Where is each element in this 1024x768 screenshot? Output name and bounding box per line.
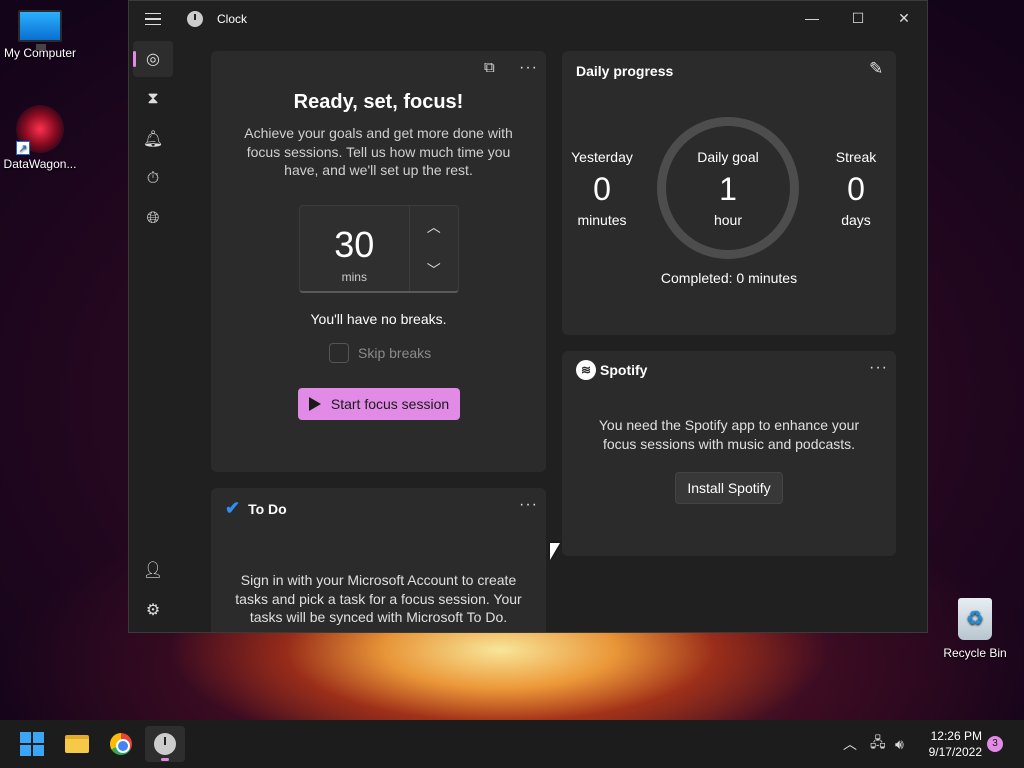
todo-header: ✔ To Do <box>225 498 287 519</box>
desktop-icon-label: DataWagon... <box>3 157 77 171</box>
spotify-icon: ≋ <box>576 360 596 380</box>
yesterday-value: 0 <box>593 171 611 207</box>
yesterday-unit: minutes <box>577 212 627 228</box>
clock-window: Clock — ☐ ✕ ◎ ⧗ 🔔︎ ⏱︎ 🌐︎ 👤︎ ⚙︎ ⧉ ··· Rea… <box>128 0 928 633</box>
completed-text: Completed: 0 minutes <box>660 270 798 286</box>
edit-pencil-icon[interactable]: ✎ <box>869 59 884 79</box>
minutes-unit: mins <box>341 270 367 284</box>
streak-unit: days <box>841 212 871 228</box>
clock-icon <box>154 733 176 755</box>
spotify-message: You need the Spotify app to enhance your… <box>598 417 860 452</box>
volume-icon[interactable]: 🔊︎ <box>895 720 904 768</box>
clock-app-icon <box>187 11 203 27</box>
yesterday-label: Yesterday <box>571 149 633 165</box>
tray-time: 12:26 PM <box>930 729 982 743</box>
more-options-icon[interactable]: ··· <box>519 59 538 77</box>
computer-icon <box>18 10 62 50</box>
stopwatch-icon: ⏱︎ <box>146 170 160 187</box>
nav-item-settings[interactable]: ⚙︎ <box>133 592 173 628</box>
nav-item-stopwatch[interactable]: ⏱︎ <box>133 161 173 197</box>
nav-item-account[interactable]: 👤︎ <box>133 552 173 588</box>
clock-tray[interactable]: 12:26 PM 9/17/2022 <box>920 728 982 760</box>
taskbar-file-explorer[interactable] <box>57 726 97 762</box>
mouse-cursor-icon <box>550 543 560 560</box>
desktop-icon-label: Recycle Bin <box>943 646 1007 660</box>
taskbar: ︿ 🖧︎ 🔊︎ 12:26 PM 9/17/2022 <box>0 720 1024 768</box>
show-hidden-icons[interactable]: ︿ <box>843 720 857 768</box>
todo-title: To Do <box>248 500 287 517</box>
chevron-up-icon: ︿ <box>426 219 441 236</box>
minutes-value[interactable]: 30 <box>300 224 409 266</box>
desktop-icon-datawagon[interactable]: ↗ DataWagon... <box>0 105 80 171</box>
daily-goal-value: 1 <box>719 171 737 207</box>
nav-item-alarm[interactable]: 🔔︎ <box>133 121 173 157</box>
nav-rail: ◎ ⧗ 🔔︎ ⏱︎ 🌐︎ 👤︎ ⚙︎ <box>129 37 177 632</box>
person-icon: 👤︎ <box>142 562 164 579</box>
todo-check-icon: ✔ <box>225 498 241 518</box>
streak-label: Streak <box>835 149 877 165</box>
chevron-up-icon: ︿ <box>843 736 857 752</box>
nav-item-world-clock[interactable]: 🌐︎ <box>133 201 173 237</box>
yesterday-stat: Yesterday 0 minutes <box>570 149 634 228</box>
title-bar: Clock — ☐ ✕ <box>129 1 927 37</box>
shortcut-arrow-icon: ↗ <box>16 141 30 155</box>
datawagon-icon: ↗ <box>16 105 64 155</box>
notification-badge[interactable]: 3 <box>987 736 1003 752</box>
daily-goal-stat[interactable]: Daily goal 1 hour <box>678 149 778 228</box>
desktop-icon-recycle-bin[interactable]: ♻ Recycle Bin <box>935 598 1015 660</box>
focus-title: Ready, set, focus! <box>293 91 464 113</box>
focus-description: Achieve your goals and get more done wit… <box>244 125 513 178</box>
globe-icon: 🌐︎ <box>146 210 160 227</box>
breaks-text: You'll have no breaks. <box>310 311 447 327</box>
nav-item-focus-sessions[interactable]: ◎ <box>133 41 173 77</box>
more-options-icon[interactable]: ··· <box>869 359 888 377</box>
daily-progress-card: Daily progress ✎ Yesterday 0 minutes Dai… <box>562 51 896 335</box>
increase-minutes-button[interactable]: ︿ <box>410 206 458 249</box>
nav-item-timer[interactable]: ⧗ <box>133 81 173 117</box>
bell-icon: 🔔︎ <box>142 131 164 148</box>
windows-logo-icon <box>20 732 44 756</box>
spotify-card: ≋ Spotify ··· You need the Spotify app t… <box>562 351 896 556</box>
tray-date: 9/17/2022 <box>928 745 982 759</box>
hamburger-menu-icon[interactable] <box>145 12 165 26</box>
todo-card: ✔ To Do ··· Sign in with your Microsoft … <box>211 488 546 632</box>
recycle-bin-icon: ♻ <box>958 598 992 640</box>
chrome-icon <box>110 733 132 755</box>
install-spotify-button[interactable]: Install Spotify <box>675 472 783 504</box>
streak-stat: Streak 0 days <box>828 149 884 228</box>
close-button[interactable]: ✕ <box>881 1 927 35</box>
daily-goal-label: Daily goal <box>697 149 759 165</box>
play-icon <box>308 397 321 411</box>
desktop-icon-my-computer[interactable]: My Computer <box>0 10 80 60</box>
daily-goal-unit: hour <box>713 212 743 228</box>
decrease-minutes-button[interactable]: ﹀ <box>410 249 458 292</box>
chevron-down-icon: ﹀ <box>426 261 441 278</box>
spotify-logo: ≋ Spotify <box>576 360 647 380</box>
mini-mode-icon[interactable]: ⧉ <box>484 59 496 76</box>
maximize-button[interactable]: ☐ <box>835 1 881 35</box>
taskbar-chrome[interactable] <box>101 726 141 762</box>
gear-icon: ⚙︎ <box>145 602 161 619</box>
spotify-brand: Spotify <box>600 362 648 378</box>
taskbar-clock[interactable] <box>145 726 185 762</box>
start-focus-button[interactable]: Start focus session <box>298 388 460 420</box>
focus-session-card: ⧉ ··· Ready, set, focus! Achieve your go… <box>211 51 546 472</box>
network-icon[interactable]: 🖧︎ <box>870 720 886 768</box>
focus-icon: ◎ <box>146 51 160 68</box>
streak-value: 0 <box>847 171 865 207</box>
window-controls: — ☐ ✕ <box>789 1 927 35</box>
todo-message: Sign in with your Microsoft Account to c… <box>235 572 522 625</box>
minimize-button[interactable]: — <box>789 1 835 35</box>
folder-icon <box>65 735 89 753</box>
start-focus-label: Start focus session <box>330 396 450 412</box>
minutes-stepper[interactable]: 30 mins ︿ ﹀ <box>299 205 459 293</box>
daily-progress-title: Daily progress <box>576 63 674 79</box>
skip-breaks-checkbox[interactable]: Skip breaks <box>329 343 431 363</box>
skip-breaks-label: Skip breaks <box>358 345 432 361</box>
start-button[interactable] <box>12 726 52 762</box>
hourglass-icon: ⧗ <box>147 90 159 107</box>
more-options-icon[interactable]: ··· <box>519 496 538 514</box>
checkbox-box[interactable] <box>329 343 349 363</box>
app-title: Clock <box>217 12 248 26</box>
